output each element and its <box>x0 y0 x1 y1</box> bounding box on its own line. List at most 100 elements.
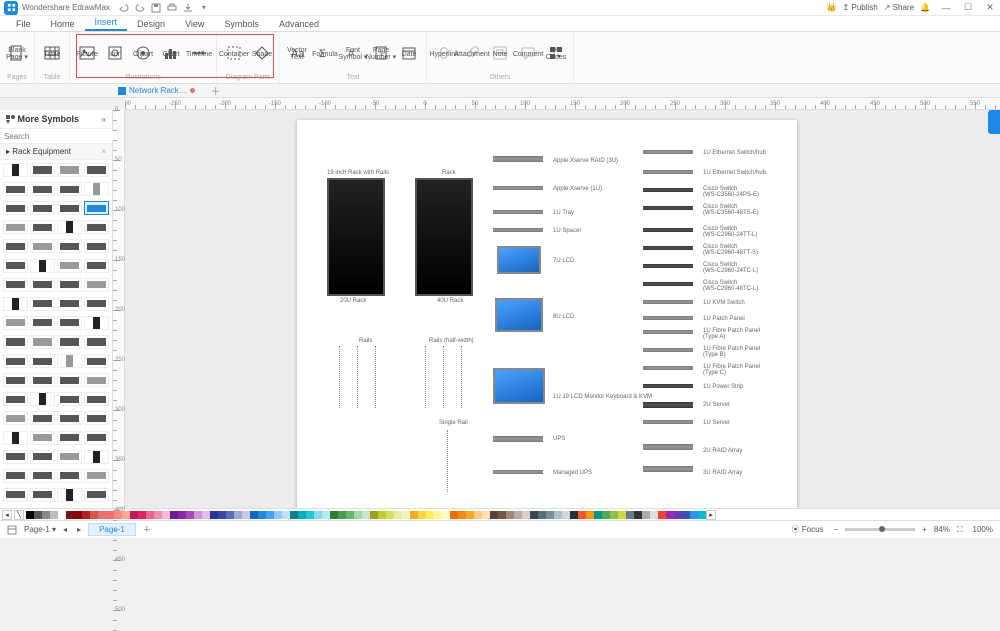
color-swatch[interactable] <box>290 511 298 519</box>
shape-thumbnail[interactable] <box>57 278 82 292</box>
shape-thumbnail[interactable] <box>84 182 109 196</box>
no-fill-button[interactable]: ╲ <box>14 510 24 520</box>
color-swatch[interactable] <box>602 511 610 519</box>
color-swatch[interactable] <box>682 511 690 519</box>
shape-thumbnail[interactable] <box>57 411 82 425</box>
color-swatch[interactable] <box>154 511 162 519</box>
color-swatch[interactable] <box>498 511 506 519</box>
color-swatch[interactable] <box>90 511 98 519</box>
shape-thumbnail[interactable] <box>30 411 55 425</box>
shape-thumbnail[interactable] <box>84 220 109 234</box>
shape-thumbnail[interactable] <box>84 469 109 483</box>
rail-shape[interactable] <box>339 346 340 408</box>
zoom-in-button[interactable]: + <box>919 525 930 534</box>
rack-unit-shape[interactable] <box>643 402 693 408</box>
ribbon-date-button[interactable]: Date <box>396 34 422 74</box>
rail-shape[interactable] <box>443 346 444 408</box>
shape-thumbnail[interactable] <box>84 335 109 349</box>
color-swatch[interactable] <box>346 511 354 519</box>
rack-unit-shape[interactable] <box>493 228 543 232</box>
right-panel-toggle[interactable] <box>988 110 1000 134</box>
color-swatch[interactable] <box>314 511 322 519</box>
color-swatch[interactable] <box>466 511 474 519</box>
shape-thumbnail[interactable] <box>57 335 82 349</box>
rack-unit-shape[interactable] <box>643 444 693 450</box>
shape-thumbnail[interactable] <box>3 297 28 311</box>
undo-button[interactable] <box>118 2 130 14</box>
shape-thumbnail[interactable] <box>84 392 109 406</box>
shape-thumbnail[interactable] <box>84 488 109 502</box>
shape-thumbnail[interactable] <box>3 469 28 483</box>
color-swatch[interactable] <box>234 511 242 519</box>
shape-thumbnail[interactable] <box>30 239 55 253</box>
menu-design[interactable]: Design <box>127 17 175 31</box>
shape-thumbnail[interactable] <box>84 297 109 311</box>
color-swatch[interactable] <box>674 511 682 519</box>
color-swatch[interactable] <box>74 511 82 519</box>
shape-thumbnail[interactable] <box>57 259 82 273</box>
ribbon-chart-button[interactable]: Chart <box>158 34 184 74</box>
shape-thumbnail[interactable] <box>57 201 82 215</box>
ribbon-formula-button[interactable]: ΣFormula <box>312 34 338 74</box>
color-swatch[interactable] <box>202 511 210 519</box>
page-nav-icon[interactable] <box>4 525 20 535</box>
color-swatch[interactable] <box>218 511 226 519</box>
shape-thumbnail[interactable] <box>30 469 55 483</box>
ribbon-comment-button[interactable]: Comment <box>515 34 541 74</box>
color-swatch[interactable] <box>490 511 498 519</box>
zoom-out-button[interactable]: − <box>831 525 842 534</box>
color-swatch[interactable] <box>106 511 114 519</box>
redo-button[interactable] <box>134 2 146 14</box>
color-swatch[interactable] <box>474 511 482 519</box>
ribbon-qr-button[interactable]: QRCodes <box>543 34 569 74</box>
color-swatch[interactable] <box>586 511 594 519</box>
rack-unit-shape[interactable] <box>643 384 693 388</box>
ribbon-font-button[interactable]: #FontSymbol ▾ <box>340 34 366 74</box>
color-swatch[interactable] <box>378 511 386 519</box>
shape-thumbnail[interactable] <box>57 220 82 234</box>
rack-unit-shape[interactable] <box>493 210 543 214</box>
color-swatch[interactable] <box>546 511 554 519</box>
notification-icon[interactable]: 🔔 <box>920 3 930 12</box>
menu-file[interactable]: File <box>6 17 41 31</box>
colorbar-prev[interactable]: ◂ <box>2 510 12 520</box>
shape-thumbnail[interactable] <box>57 488 82 502</box>
zoom-slider[interactable] <box>845 528 915 531</box>
color-swatch[interactable] <box>402 511 410 519</box>
close-button[interactable]: ✕ <box>980 1 1000 15</box>
add-page-button[interactable]: ＋ <box>140 524 154 535</box>
page-tab[interactable]: Page-1 <box>88 523 136 536</box>
shape-thumbnail[interactable] <box>84 450 109 464</box>
rack-unit-shape[interactable] <box>643 246 693 250</box>
shape-thumbnail[interactable] <box>3 278 28 292</box>
shape-thumbnail[interactable] <box>30 201 55 215</box>
color-swatch[interactable] <box>226 511 234 519</box>
share-button[interactable]: ↗ Share <box>884 3 914 12</box>
shape-thumbnail[interactable] <box>57 182 82 196</box>
color-swatch[interactable] <box>98 511 106 519</box>
shape-thumbnail[interactable] <box>57 163 82 177</box>
publish-button[interactable]: ↥ Publish <box>843 3 878 12</box>
shape-thumbnail[interactable] <box>3 431 28 445</box>
ribbon-icon-button[interactable]: Icon <box>102 34 128 74</box>
color-swatch[interactable] <box>42 511 50 519</box>
shape-thumbnail[interactable] <box>3 411 28 425</box>
page[interactable]: 19 inch Rack with Rails20U RackRack40U R… <box>297 120 797 508</box>
shape-thumbnail[interactable] <box>84 278 109 292</box>
color-swatch[interactable] <box>162 511 170 519</box>
ribbon-vector-button[interactable]: AaVectorText <box>284 34 310 74</box>
export-icon[interactable] <box>182 2 194 14</box>
focus-mode-button[interactable]: ⦿ Focus <box>789 524 827 535</box>
rack-unit-shape[interactable] <box>643 300 693 304</box>
rail-shape[interactable] <box>357 346 358 408</box>
color-swatch[interactable] <box>130 511 138 519</box>
new-tab-button[interactable]: ＋ <box>203 83 229 98</box>
menu-insert[interactable]: Insert <box>85 15 128 31</box>
color-swatch[interactable] <box>426 511 434 519</box>
shape-thumbnail[interactable] <box>30 450 55 464</box>
qat-more-icon[interactable]: ▾ <box>198 2 210 14</box>
shape-thumbnail[interactable] <box>84 431 109 445</box>
rack-unit-shape[interactable] <box>643 188 693 192</box>
print-icon[interactable] <box>166 2 178 14</box>
canvas[interactable]: 19 inch Rack with Rails20U RackRack40U R… <box>125 110 1000 508</box>
